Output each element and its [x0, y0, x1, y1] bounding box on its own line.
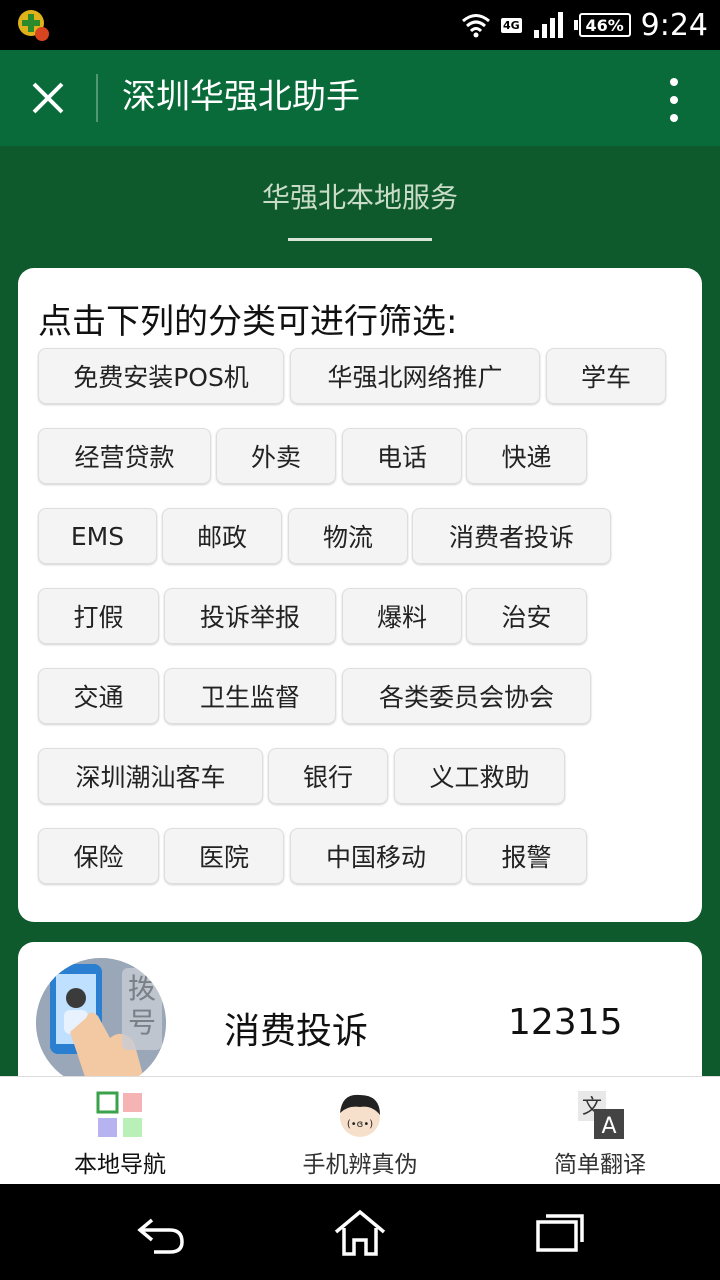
close-icon[interactable]: [28, 78, 68, 118]
nav-label: 本地导航: [74, 1152, 166, 1178]
battery-icon: [573, 20, 578, 30]
wifi-icon: [461, 14, 490, 38]
filter-chip[interactable]: 深圳潮汕客车: [38, 748, 263, 804]
filter-title: 点击下列的分类可进行筛选:: [38, 302, 458, 342]
app-notification-icon: [18, 10, 49, 41]
signal-icon: [533, 12, 563, 38]
battery-indicator: 46%: [573, 13, 631, 37]
filter-chip[interactable]: 邮政: [162, 508, 282, 564]
filter-chip[interactable]: 物流: [288, 508, 408, 564]
nav-label: 简单翻译: [554, 1152, 646, 1178]
translate-icon: 文 A: [578, 1091, 624, 1139]
filter-chip[interactable]: 各类委员会协会: [342, 668, 591, 724]
filter-chip[interactable]: 电话: [342, 428, 462, 484]
bottom-nav: 本地导航 (•ɞ•) 手机辨真伪 文 A 简单翻译: [0, 1076, 720, 1185]
filter-chip[interactable]: 学车: [546, 348, 666, 404]
page-title: 深圳华强北助手: [122, 77, 360, 117]
filter-chip[interactable]: 消费者投诉: [412, 508, 611, 564]
home-icon[interactable]: [332, 1208, 388, 1258]
filter-chip[interactable]: 爆料: [342, 588, 462, 644]
filter-chip[interactable]: 卫生监督: [164, 668, 336, 724]
filter-chip[interactable]: 免费安装POS机: [38, 348, 284, 404]
filter-chip[interactable]: 银行: [268, 748, 388, 804]
section-underline: [288, 238, 432, 241]
recent-apps-icon[interactable]: [532, 1208, 588, 1258]
filter-chip[interactable]: EMS: [38, 508, 157, 564]
system-nav-bar: [0, 1184, 720, 1280]
filter-chip[interactable]: 快递: [466, 428, 587, 484]
filter-chip[interactable]: 交通: [38, 668, 159, 724]
title-divider: [96, 74, 98, 122]
filter-chip[interactable]: 投诉举报: [164, 588, 336, 644]
nav-translate[interactable]: 文 A 简单翻译: [480, 1077, 720, 1185]
nav-phone-verify[interactable]: (•ɞ•) 手机辨真伪: [240, 1077, 480, 1185]
nav-label: 手机辨真伪: [302, 1152, 418, 1178]
battery-level: 46%: [578, 13, 631, 37]
filter-chip[interactable]: 治安: [466, 588, 587, 644]
more-menu-icon[interactable]: [664, 78, 684, 122]
filter-card: 点击下列的分类可进行筛选: 免费安装POS机 华强北网络推广 学车 经营贷款 外…: [18, 268, 702, 922]
grid-icon: [96, 1091, 142, 1137]
filter-chip[interactable]: 医院: [164, 828, 284, 884]
item-phone: 12315: [508, 1002, 623, 1043]
filter-chip[interactable]: 义工救助: [394, 748, 565, 804]
app-title-bar: 深圳华强北助手: [0, 50, 720, 146]
network-type-badge: 4G: [500, 17, 522, 33]
filter-chip[interactable]: 报警: [466, 828, 587, 884]
back-icon[interactable]: [132, 1208, 188, 1258]
clock: 9:24: [640, 7, 708, 43]
filter-chip[interactable]: 经营贷款: [38, 428, 211, 484]
filter-chip[interactable]: 外卖: [216, 428, 336, 484]
section-title: 华强北本地服务: [261, 181, 458, 214]
item-name: 消费投诉: [224, 1011, 369, 1052]
nav-local-guide[interactable]: 本地导航: [0, 1077, 240, 1185]
filter-chip[interactable]: 华强北网络推广: [290, 348, 540, 404]
svg-text:A: A: [601, 1114, 616, 1139]
svg-text:(•ɞ•): (•ɞ•): [347, 1119, 373, 1130]
filter-chip[interactable]: 中国移动: [290, 828, 462, 884]
filter-chip[interactable]: 保险: [38, 828, 159, 884]
face-icon: (•ɞ•): [340, 1094, 380, 1137]
dial-avatar-icon: 拨号: [36, 958, 166, 1088]
status-bar: 4G 46% 9:24: [0, 0, 720, 50]
filter-chip[interactable]: 打假: [38, 588, 159, 644]
